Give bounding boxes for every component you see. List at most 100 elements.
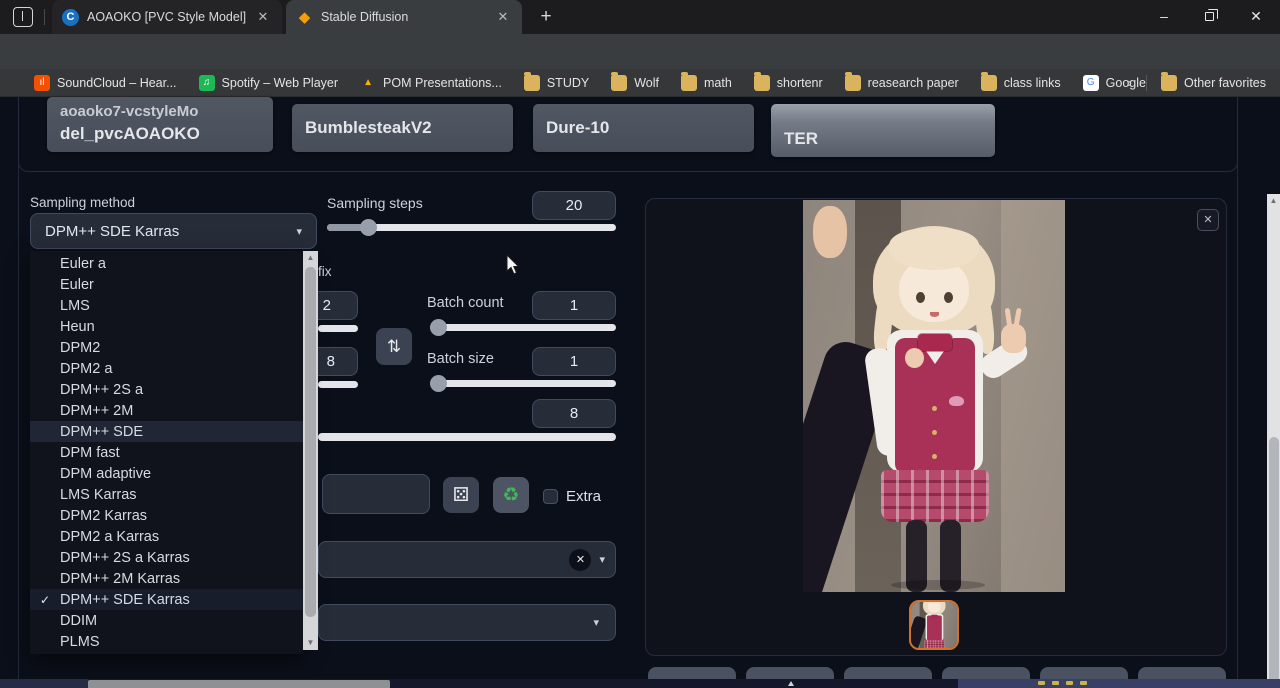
sampler-option[interactable]: DPM2 Karras <box>30 505 303 526</box>
sampler-option[interactable]: LMS <box>30 295 303 316</box>
sampler-option-label: DPM++ 2M Karras <box>60 571 180 587</box>
browser-tab-civitai[interactable]: C AOAOKO [PVC Style Model] - PV ✕ <box>52 0 282 34</box>
taskbar-chevron <box>788 681 794 686</box>
model-card[interactable]: aoaoko7-vcstyleMo del_pvcAOAOKO <box>47 97 273 152</box>
slider-handle[interactable] <box>430 319 447 336</box>
sampler-option[interactable]: Heun <box>30 316 303 337</box>
sampler-option[interactable]: DPM++ 2M <box>30 400 303 421</box>
sampler-option[interactable]: DPM2 a <box>30 358 303 379</box>
bookmarks-overflow-icon[interactable]: › <box>1128 75 1132 90</box>
bookmark-item[interactable]: reasearch paper <box>845 75 959 91</box>
tab-title: AOAOKO [PVC Style Model] - PV <box>87 10 246 24</box>
bookmark-icon <box>524 75 540 91</box>
cfg-scale-input[interactable]: 8 <box>532 399 616 428</box>
height-slider-partial[interactable] <box>318 381 358 388</box>
reuse-seed-recycle-button[interactable]: ♻ <box>493 477 529 513</box>
sampling-steps-slider[interactable] <box>327 224 616 231</box>
window-minimize-button[interactable]: – <box>1141 0 1187 33</box>
random-seed-dice-button[interactable]: ⚄ <box>443 477 479 513</box>
clear-icon[interactable]: ✕ <box>569 549 591 571</box>
img-shape <box>891 580 985 590</box>
batch-count-slider[interactable] <box>430 324 616 331</box>
sampler-option[interactable]: DPM++ SDE <box>30 421 303 442</box>
scroll-up-icon[interactable]: ▲ <box>1267 194 1280 208</box>
model-card[interactable]: TER <box>771 104 995 157</box>
width-slider-partial[interactable] <box>318 325 358 332</box>
tab-close-icon[interactable]: ✕ <box>494 8 512 26</box>
sampler-option[interactable]: Euler <box>30 274 303 295</box>
new-tab-button[interactable]: + <box>534 6 558 30</box>
sampling-steps-input[interactable]: 20 <box>532 191 616 220</box>
sampler-option[interactable]: DPM2 <box>30 337 303 358</box>
batch-count-input[interactable]: 1 <box>532 291 616 320</box>
swap-dimensions-button[interactable]: ⇅ <box>376 328 412 365</box>
sampler-option-label: DPM++ 2S a <box>60 382 143 398</box>
bookmark-item[interactable]: shortenr <box>754 75 823 91</box>
folder-icon <box>1161 75 1177 91</box>
bookmark-item[interactable]: class links <box>981 75 1061 91</box>
scroll-up-icon[interactable]: ▲ <box>303 251 318 265</box>
script-dropdown-partial[interactable]: ▾ <box>318 604 616 641</box>
sampler-option-label: Heun <box>60 319 95 335</box>
taskbar-glyph <box>1052 681 1059 685</box>
sampler-option[interactable]: DDIM <box>30 610 303 631</box>
page-scrollbar[interactable]: ▲ ▼ <box>1267 194 1280 688</box>
sampler-option[interactable]: DPM fast <box>30 442 303 463</box>
sampler-option[interactable]: DPM2 a Karras <box>30 526 303 547</box>
sampler-option[interactable]: DPM++ 2S a <box>30 379 303 400</box>
extra-checkbox[interactable] <box>543 489 558 504</box>
tab-close-icon[interactable]: ✕ <box>254 8 272 26</box>
other-favorites-label: Other favorites <box>1184 76 1266 90</box>
styles-dropdown-partial[interactable]: ✕ ▾ <box>318 541 616 578</box>
generated-image[interactable] <box>803 200 1065 592</box>
sampler-option[interactable]: DPM++ 2S a Karras <box>30 547 303 568</box>
img-shape <box>932 406 937 411</box>
stable-diffusion-page: aoaoko7-vcstyleMo del_pvcAOAOKO Bumblest… <box>0 97 1280 688</box>
checkmark-icon: ✓ <box>30 593 60 607</box>
window-close-button[interactable]: ✕ <box>1233 0 1279 33</box>
sampler-option[interactable]: ✓ DPM++ SDE Karras <box>30 589 303 610</box>
sampler-option[interactable]: DPM++ 2M Karras <box>30 568 303 589</box>
batch-size-label: Batch size <box>427 351 494 367</box>
tab-actions-icon[interactable] <box>13 7 33 27</box>
batch-size-slider[interactable] <box>430 380 616 387</box>
sampling-method-select[interactable]: DPM++ SDE Karras ▾ <box>30 213 317 249</box>
model-card[interactable]: Dure-10 <box>533 104 754 152</box>
sampler-option[interactable]: LMS Karras <box>30 484 303 505</box>
scrollbar-thumb[interactable] <box>305 267 316 617</box>
img-shape <box>1001 200 1065 592</box>
slider-handle[interactable] <box>430 375 447 392</box>
bookmark-label: SoundCloud – Hear... <box>57 76 177 90</box>
slider-handle[interactable] <box>360 219 377 236</box>
sampler-option[interactable]: Euler a <box>30 253 303 274</box>
taskbar-glyph <box>1038 681 1045 685</box>
bookmark-label: STUDY <box>547 76 589 90</box>
window-restore-button[interactable] <box>1187 0 1233 33</box>
bookmark-icon: G <box>1083 75 1099 91</box>
scroll-down-icon[interactable]: ▼ <box>303 636 318 650</box>
bookmark-item[interactable]: ıl SoundCloud – Hear... <box>34 75 177 91</box>
other-favorites[interactable]: Other favorites <box>1161 75 1266 91</box>
bookmark-label: reasearch paper <box>868 76 959 90</box>
bookmarks-divider <box>1146 75 1147 91</box>
batch-size-input[interactable]: 1 <box>532 347 616 376</box>
dropdown-scrollbar[interactable]: ▲ ▼ <box>303 251 318 650</box>
seed-input-partial[interactable] <box>322 474 430 514</box>
gallery-thumbnail[interactable] <box>909 600 959 650</box>
bookmark-item[interactable]: STUDY <box>524 75 589 91</box>
img-shape <box>813 206 847 258</box>
cfg-scale-slider[interactable] <box>318 433 616 441</box>
model-card[interactable]: BumblesteakV2 <box>292 104 513 152</box>
bookmark-item[interactable]: ♫ Spotify – Web Player <box>199 75 339 91</box>
bookmark-item[interactable]: Wolf <box>611 75 659 91</box>
sampler-option[interactable]: DPM adaptive <box>30 463 303 484</box>
scrollbar-thumb[interactable] <box>1269 437 1279 688</box>
img-shape <box>916 292 925 303</box>
bookmark-item[interactable]: math <box>681 75 732 91</box>
browser-tab-stable-diffusion[interactable]: ◆ Stable Diffusion ✕ <box>286 0 522 34</box>
sampler-option[interactable]: PLMS <box>30 631 303 652</box>
sampler-option-label: DPM++ 2S a Karras <box>60 550 190 566</box>
close-image-button[interactable]: ✕ <box>1197 209 1219 231</box>
bookmark-item[interactable]: ▲ POM Presentations... <box>360 75 502 91</box>
bookmark-label: math <box>704 76 732 90</box>
